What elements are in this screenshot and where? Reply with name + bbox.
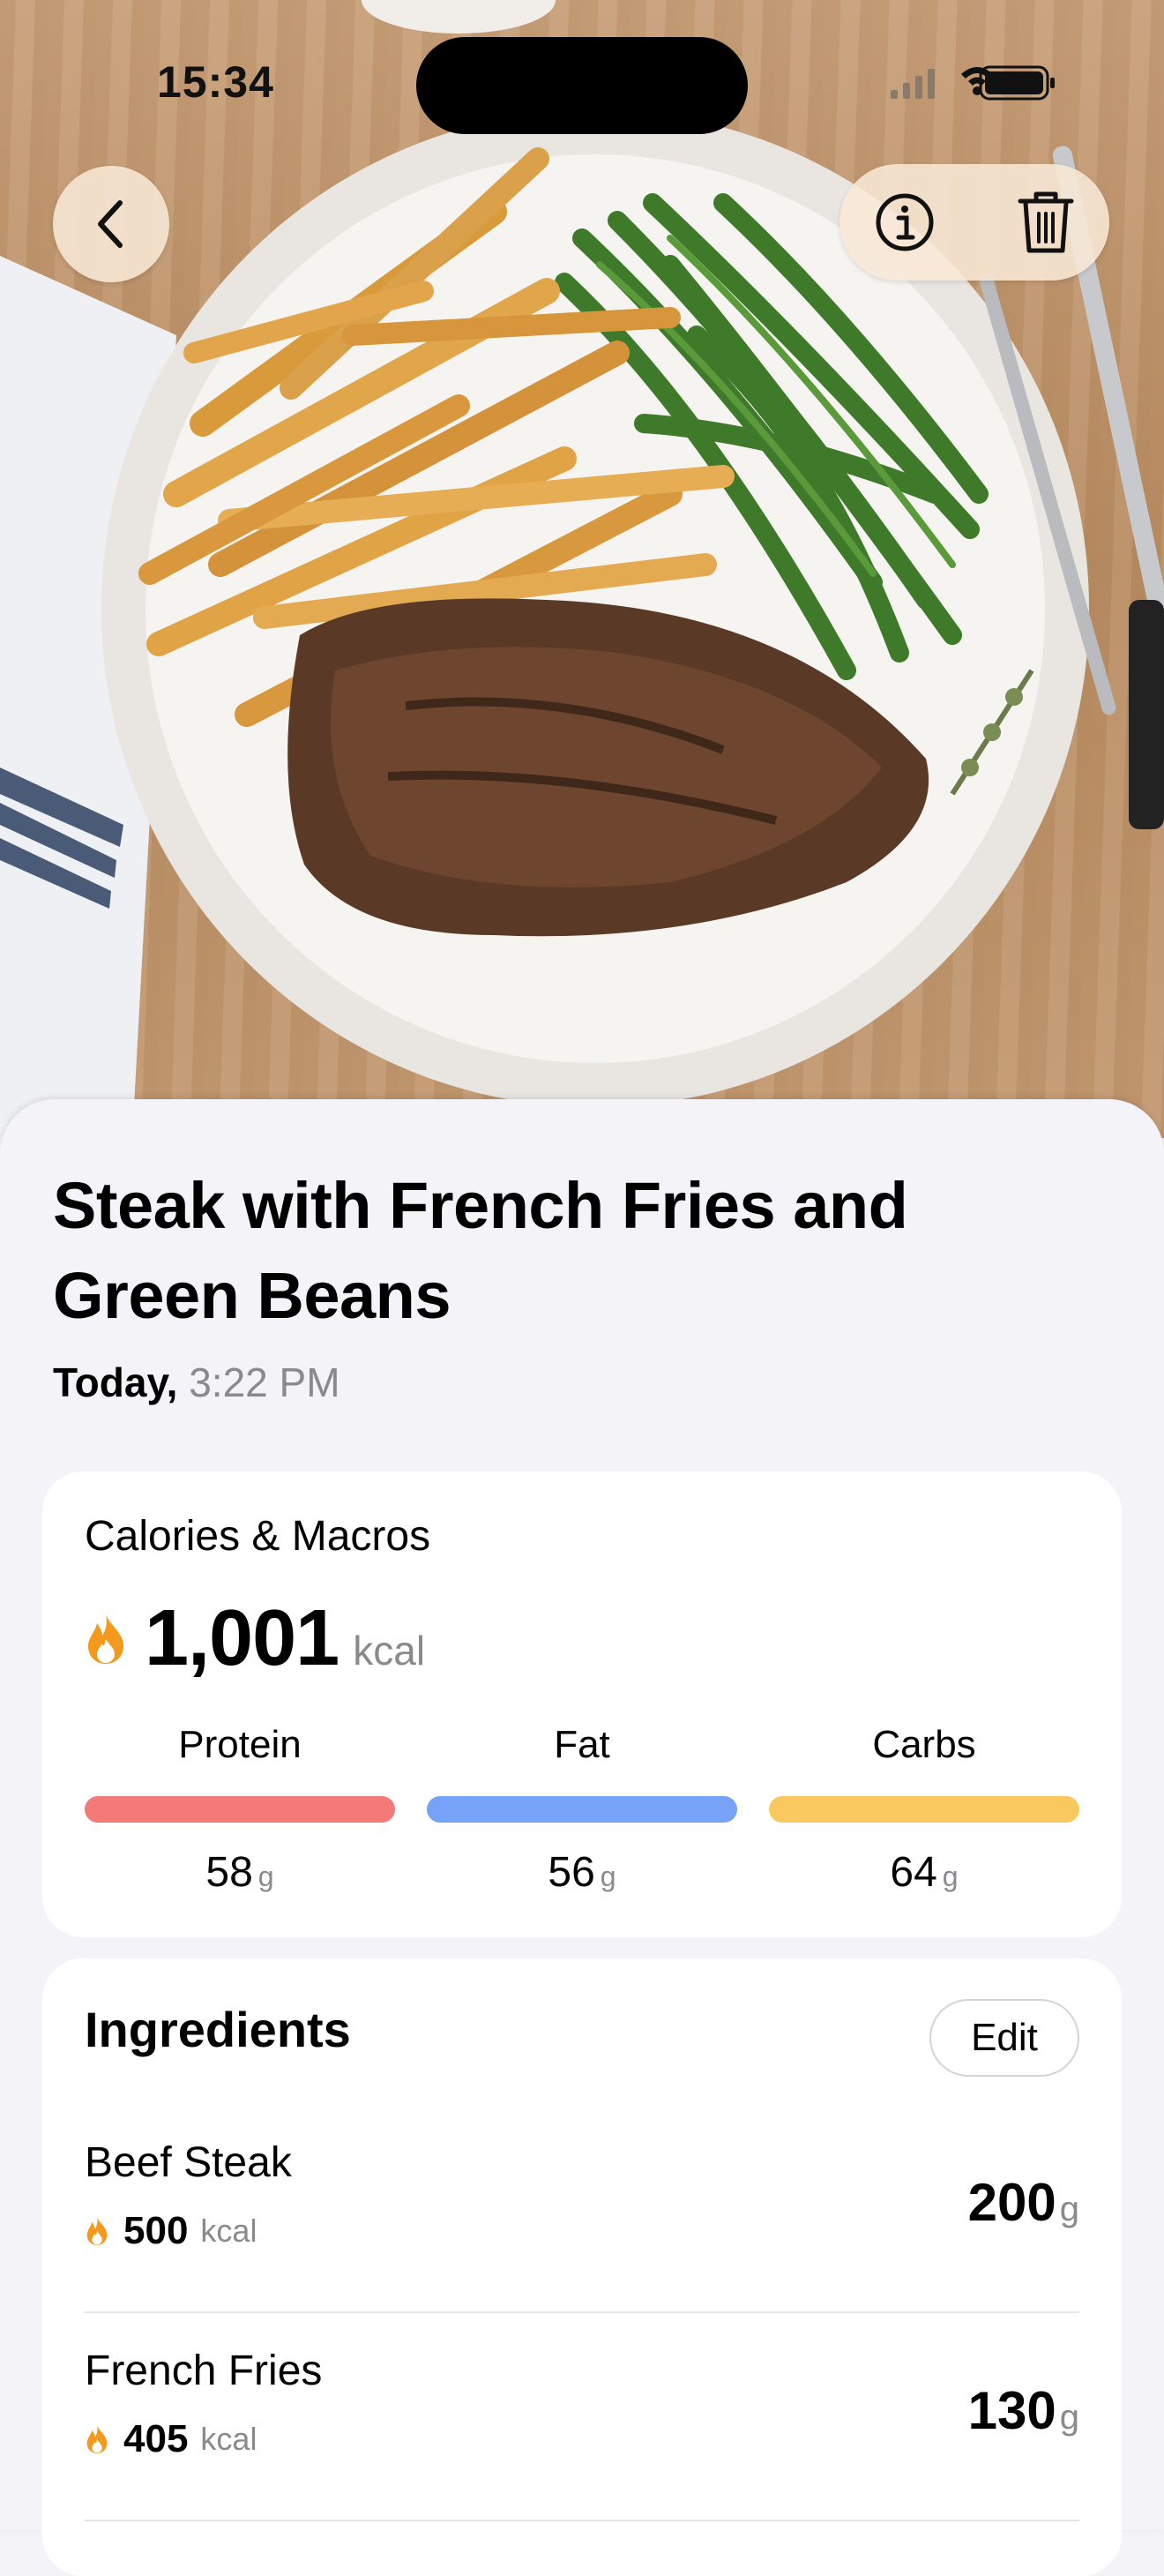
ingredient-weight-value: 200 xyxy=(967,2173,1056,2232)
back-button[interactable] xyxy=(53,166,169,282)
macro-carbs: Carbs 64 g xyxy=(769,1719,1079,1907)
ingredient-calories: 500 kcal xyxy=(85,2209,257,2253)
calories-macros-heading: Calories & Macros xyxy=(85,1513,431,1560)
macro-protein-value: 58 xyxy=(205,1849,253,1896)
meal-timestamp: Today, 3:22 PM xyxy=(53,1359,340,1406)
macro-fat: Fat 56 g xyxy=(427,1719,737,1907)
macro-protein-unit: g xyxy=(257,1861,274,1892)
ingredient-weight-unit: g xyxy=(1059,2398,1079,2437)
info-button[interactable] xyxy=(866,183,944,261)
macro-fat-value: 56 xyxy=(548,1849,595,1896)
ingredient-divider xyxy=(85,2520,1079,2521)
ingredient-weight-value: 130 xyxy=(967,2381,1056,2440)
status-bar-indicators xyxy=(891,62,1058,110)
macro-protein: Protein 58 g xyxy=(85,1719,395,1907)
trash-icon xyxy=(1018,191,1074,253)
ingredient-name: French Fries xyxy=(85,2348,323,2394)
ingredients-heading: Ingredients xyxy=(85,2002,351,2057)
macro-fat-bar xyxy=(427,1796,737,1823)
calories-macros-card: Calories & Macros 1,001 kcal Protein 58 g… xyxy=(42,1471,1122,1937)
meal-actions xyxy=(839,164,1109,281)
macro-carbs-value: 64 xyxy=(890,1849,937,1896)
ingredient-name: Beef Steak xyxy=(85,2139,292,2186)
meal-photo: 15:34 xyxy=(0,0,1164,1138)
ingredient-weight: 130 g xyxy=(968,2380,1079,2441)
ingredient-row[interactable]: French Fries 405 kcal 130 g xyxy=(85,2313,1079,2521)
meal-detail-sheet: Steak with French Fries and Green Beans … xyxy=(0,1099,1164,2576)
dynamic-island xyxy=(416,37,748,134)
macro-carbs-label: Carbs xyxy=(872,1723,976,1766)
ingredient-row[interactable]: Beef Steak 500 kcal 200 g xyxy=(85,2105,1079,2313)
flame-icon xyxy=(88,1614,123,1664)
status-bar-time: 15:34 xyxy=(157,57,274,107)
chevron-left-icon xyxy=(98,200,123,248)
macro-fat-label: Fat xyxy=(554,1723,610,1766)
edit-ingredients-button[interactable]: Edit xyxy=(929,1999,1079,2077)
flame-icon xyxy=(86,2425,108,2453)
macro-protein-bar xyxy=(85,1796,395,1823)
ingredient-kcal-value: 500 xyxy=(123,2209,189,2252)
ingredient-calories: 405 kcal xyxy=(85,2417,257,2461)
meal-title: Steak with French Fries and Green Beans xyxy=(53,1169,908,1332)
macro-carbs-bar xyxy=(769,1796,1079,1823)
total-calories: 1,001 kcal xyxy=(85,1593,425,1684)
ingredient-kcal-unit: kcal xyxy=(200,2421,257,2457)
meal-day: Today, xyxy=(53,1359,178,1405)
signal-icon xyxy=(891,69,935,99)
macro-carbs-unit: g xyxy=(942,1861,959,1892)
macro-fat-unit: g xyxy=(600,1861,616,1892)
battery-level-icon xyxy=(979,65,1055,101)
meal-clock-time: 3:22 PM xyxy=(189,1359,340,1405)
ingredient-kcal-value: 405 xyxy=(123,2417,189,2460)
calories-value: 1,001 xyxy=(145,1594,340,1682)
ingredient-weight: 200 g xyxy=(968,2172,1079,2233)
ingredient-weight-unit: g xyxy=(1059,2190,1079,2228)
delete-button[interactable] xyxy=(1007,183,1085,261)
flame-icon xyxy=(86,2217,108,2245)
info-icon xyxy=(876,193,934,251)
ingredient-kcal-unit: kcal xyxy=(200,2213,257,2249)
calories-unit: kcal xyxy=(353,1628,426,1674)
ingredients-card: Ingredients Edit Beef Steak 500 kcal 200… xyxy=(42,1958,1122,2576)
macro-protein-label: Protein xyxy=(178,1723,302,1766)
